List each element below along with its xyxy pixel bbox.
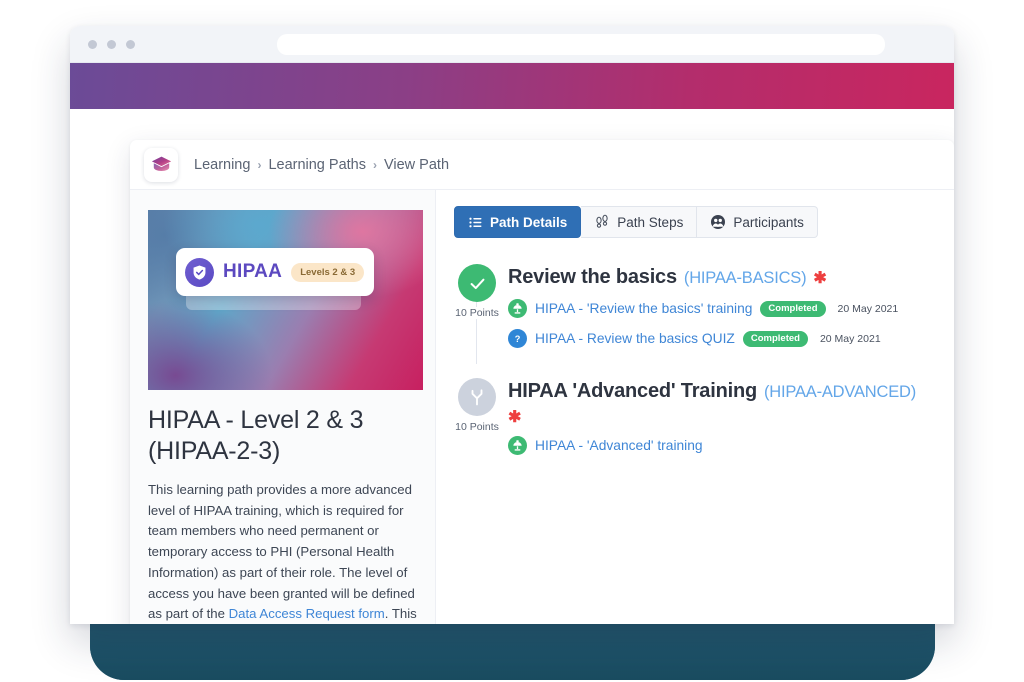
step-gutter: 10 Points: [446, 264, 508, 364]
step-main: Review the basics (HIPAA-BASICS) ✱ HIPAA…: [508, 264, 936, 348]
path-description: This learning path provides a more advan…: [148, 480, 417, 624]
step-title-row: HIPAA 'Advanced' Training (HIPAA-ADVANCE…: [508, 380, 936, 426]
path-summary-pane: HIPAA Levels 2 & 3 HIPAA - Level 2 & 3 (…: [130, 190, 436, 624]
list-item: ? HIPAA - Review the basics QUIZ Complet…: [508, 329, 936, 348]
breadcrumb-separator-icon: ›: [372, 157, 377, 172]
training-icon: [508, 436, 527, 455]
step-title: Review the basics: [508, 266, 677, 288]
page-title: HIPAA - Level 2 & 3 (HIPAA-2-3): [148, 406, 364, 465]
training-icon: [508, 299, 527, 318]
list-item: HIPAA - 'Review the basics' training Com…: [508, 299, 936, 318]
step-items: HIPAA - 'Advanced' training: [508, 436, 936, 455]
status-badge: Completed: [760, 300, 826, 317]
path-cover-image: HIPAA Levels 2 & 3: [148, 210, 423, 390]
window-minimize-dot[interactable]: [107, 40, 116, 49]
step-code: (HIPAA-BASICS): [683, 269, 807, 287]
svg-text:?: ?: [515, 334, 521, 344]
cover-product-name: HIPAA: [223, 261, 283, 282]
step-points: 10 Points: [453, 307, 501, 319]
breadcrumb-item-learning[interactable]: Learning: [194, 157, 250, 173]
breadcrumb-item-view-path[interactable]: View Path: [384, 157, 449, 173]
card-header: Learning › Learning Paths › View Path: [130, 140, 954, 190]
breadcrumb-item-learning-paths[interactable]: Learning Paths: [268, 157, 366, 173]
path-step: 10 Points Review the basics (HIPAA-BASIC…: [446, 264, 936, 364]
step-main: HIPAA 'Advanced' Training (HIPAA-ADVANCE…: [508, 378, 936, 455]
step-item-date: 20 May 2021: [837, 302, 899, 315]
step-title-row: Review the basics (HIPAA-BASICS) ✱: [508, 266, 936, 289]
data-access-request-link[interactable]: Data Access Request form: [229, 606, 385, 621]
step-points: 10 Points: [453, 421, 501, 433]
branch-fork-icon: [471, 389, 483, 406]
breadcrumb: Learning › Learning Paths › View Path: [194, 157, 449, 173]
graduation-cap-icon: [151, 156, 171, 171]
step-item-link[interactable]: HIPAA - 'Advanced' training: [535, 438, 703, 453]
brand-banner: [70, 63, 954, 109]
step-title: HIPAA 'Advanced' Training: [508, 380, 757, 402]
tab-bar: Path Details Path Steps Participants: [454, 206, 936, 238]
path-steps-timeline: 10 Points Review the basics (HIPAA-BASIC…: [444, 264, 936, 455]
window-traffic-lights: [88, 40, 135, 49]
tab-path-steps-label: Path Steps: [617, 214, 684, 230]
quiz-question-icon: ?: [508, 329, 527, 348]
breadcrumb-separator-icon: ›: [257, 157, 262, 172]
browser-window: Learning › Learning Paths › View Path HI…: [70, 26, 954, 624]
shield-check-icon: [185, 257, 214, 287]
tab-participants[interactable]: Participants: [697, 206, 818, 238]
app-canvas: Learning › Learning Paths › View Path HI…: [70, 109, 954, 624]
window-close-dot[interactable]: [88, 40, 97, 49]
window-maximize-dot[interactable]: [126, 40, 135, 49]
desc-text-1: This learning path provides a more advan…: [148, 482, 415, 622]
list-item: HIPAA - 'Advanced' training: [508, 436, 936, 455]
url-input[interactable]: [277, 34, 885, 55]
step-status-badge: [458, 378, 496, 416]
cover-badge-card: HIPAA Levels 2 & 3: [176, 248, 374, 296]
step-code: (HIPAA-ADVANCED): [764, 383, 917, 401]
tab-path-details[interactable]: Path Details: [454, 206, 582, 238]
path-content-pane: Path Details Path Steps Participants 10 …: [436, 190, 954, 624]
step-item-date: 20 May 2021: [819, 332, 881, 345]
step-item-link[interactable]: HIPAA - Review the basics QUIZ: [535, 331, 735, 346]
tab-path-details-label: Path Details: [490, 214, 568, 230]
path-detail-card: Learning › Learning Paths › View Path HI…: [130, 140, 954, 624]
screenshot-root: Learning › Learning Paths › View Path HI…: [0, 0, 1024, 682]
step-status-badge: [458, 264, 496, 302]
tab-path-steps[interactable]: Path Steps: [581, 206, 698, 238]
footsteps-icon: [596, 214, 608, 228]
step-gutter: 10 Points: [446, 378, 508, 455]
check-icon: [470, 278, 484, 289]
browser-titlebar: [70, 26, 954, 63]
status-badge: Completed: [742, 330, 808, 347]
cover-levels-pill: Levels 2 & 3: [291, 262, 365, 282]
people-icon: [711, 215, 726, 229]
card-body: HIPAA Levels 2 & 3 HIPAA - Level 2 & 3 (…: [130, 190, 954, 624]
required-asterisk-icon: ✱: [813, 270, 827, 287]
path-step: 10 Points HIPAA 'Advanced' Training (HIP…: [446, 378, 936, 455]
step-item-link[interactable]: HIPAA - 'Review the basics' training: [535, 301, 752, 316]
app-logo[interactable]: [144, 147, 178, 182]
tab-participants-label: Participants: [733, 214, 804, 230]
list-details-icon: [469, 217, 482, 227]
required-asterisk-icon: ✱: [508, 409, 522, 426]
step-items: HIPAA - 'Review the basics' training Com…: [508, 299, 936, 348]
